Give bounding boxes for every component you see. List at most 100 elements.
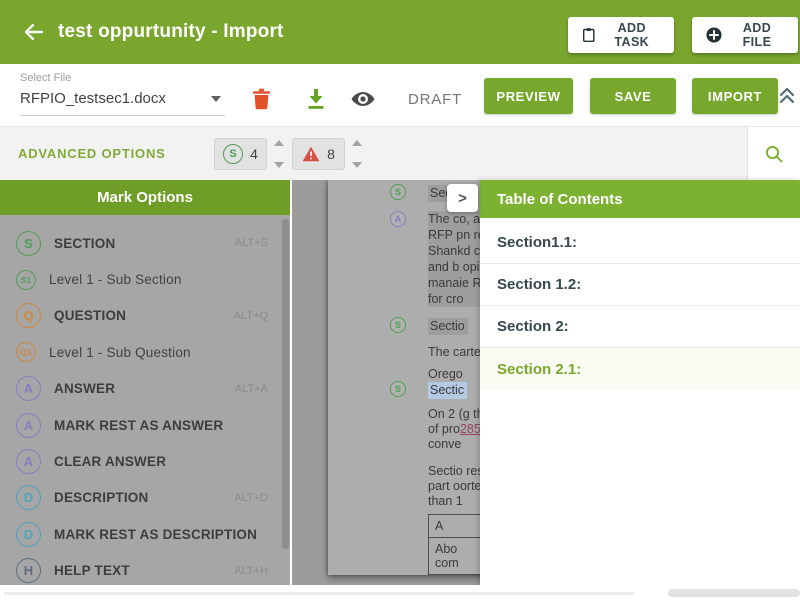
doc-paragraph: The co, anRFP pn resShankd coand b opirm… (428, 211, 480, 307)
add-task-label: ADD TASK (604, 21, 660, 49)
horizontal-scrollbar-track[interactable] (4, 592, 634, 595)
doc-paragraph: Sectio (428, 317, 480, 335)
doc-line-text: The carted (428, 345, 480, 359)
warning-triangle-icon (302, 146, 320, 162)
toc-item[interactable]: Section1.1: (480, 222, 800, 264)
toc-title: Table of Contents (497, 191, 623, 208)
doc-line-text: RFP pn res (428, 228, 480, 242)
delete-file-button[interactable] (248, 86, 274, 112)
warning-count-value: 8 (327, 146, 335, 162)
mark-option-shortcut: ALT+A (235, 383, 268, 395)
doc-marker-a-icon[interactable]: A (390, 211, 406, 227)
arrow-left-icon (22, 20, 46, 44)
stepper-down-icon[interactable] (352, 162, 362, 168)
mark-option-label: ANSWER (54, 381, 115, 396)
mark-option-shortcut: ALT+S (235, 237, 268, 249)
mark-option-item[interactable]: A MARK REST AS ANSWER (0, 407, 290, 443)
mark-option-item[interactable]: S1 Level 1 - Sub Section (0, 261, 290, 297)
mark-option-item[interactable]: D MARK REST AS DESCRIPTION (0, 516, 290, 552)
add-task-button[interactable]: ADD TASK (568, 17, 674, 53)
mark-option-shortcut: ALT+D (234, 492, 268, 504)
app-header: test oppurtunity - Import ADD TASK ADD F… (0, 0, 800, 64)
doc-link[interactable]: 285, (460, 422, 480, 436)
doc-marker-s-icon[interactable]: S (390, 317, 406, 333)
preview-file-button[interactable] (350, 86, 376, 112)
double-chevron-up-icon (778, 86, 796, 106)
mark-option-label: QUESTION (54, 308, 126, 323)
doc-line-text: for cro (428, 292, 463, 306)
section-badge-icon: S (223, 144, 243, 164)
doc-block: S Sectic (328, 381, 480, 399)
bottom-strip (0, 585, 800, 600)
search-area (747, 127, 800, 181)
toc-collapse-button[interactable]: > (447, 184, 478, 212)
download-file-button[interactable] (303, 86, 329, 112)
select-file-dropdown[interactable]: Select File RFPIO_testsec1.docx (20, 72, 225, 116)
mark-option-label: DESCRIPTION (54, 490, 148, 505)
mark-options-list: S SECTION ALT+S S1 Level 1 - Sub Section… (0, 215, 290, 585)
back-button[interactable] (20, 18, 48, 46)
advanced-options-toggle[interactable]: ADVANCED OPTIONS (18, 146, 166, 161)
doc-line-text: Orego (428, 367, 463, 381)
toc-header: Table of Contents (480, 180, 800, 218)
mark-option-item[interactable]: D DESCRIPTION ALT+D (0, 480, 290, 516)
doc-line-text: of pro (428, 422, 460, 436)
doc-line-text: Sectic (428, 382, 467, 399)
doc-marker-s-icon[interactable]: S (390, 381, 406, 397)
stepper-up-icon[interactable] (274, 140, 284, 146)
add-file-button[interactable]: ADD FILE (692, 17, 798, 53)
mark-badge-icon: H (16, 558, 41, 583)
preview-button[interactable]: PREVIEW (484, 78, 573, 114)
save-button[interactable]: SAVE (590, 78, 676, 114)
doc-line-text: manaie RF (428, 276, 480, 290)
search-icon[interactable] (764, 144, 784, 164)
doc-table-cell: A (429, 515, 480, 537)
doc-line-text: The co, an (428, 212, 480, 226)
import-button[interactable]: IMPORT (692, 78, 778, 114)
mark-option-shortcut: ALT+Q (234, 310, 268, 322)
doc-paragraph: On 2 (g thof pro285,conve (428, 407, 480, 452)
mark-badge-icon: S (16, 231, 41, 256)
toc-item[interactable]: Section 2.1: (480, 348, 800, 390)
advanced-options-row: ADVANCED OPTIONS S 4 8 (0, 126, 800, 180)
mark-option-item[interactable]: A CLEAR ANSWER (0, 443, 290, 479)
mark-option-label: Level 1 - Sub Section (49, 272, 182, 287)
section-count-box: S 4 (214, 138, 267, 170)
doc-line-text: Sectio (428, 318, 468, 335)
selected-file-text: RFPIO_testsec1.docx (20, 90, 166, 107)
toc-item[interactable]: Section 1.2: (480, 264, 800, 306)
mark-option-item[interactable]: H HELP TEXT ALT+H (0, 553, 290, 585)
page-title: test oppurtunity - Import (58, 21, 284, 43)
mark-option-label: Level 1 - Sub Question (49, 345, 191, 360)
mark-badge-icon: D (16, 522, 41, 547)
horizontal-scrollbar-thumb[interactable] (668, 589, 800, 597)
mark-badge-icon: A (16, 376, 41, 401)
doc-block: AThe co, anRFP pn resShankd coand b opir… (328, 211, 480, 307)
doc-line-text: conve (428, 437, 461, 451)
doc-marker-s-icon[interactable]: S (390, 184, 406, 200)
doc-line-text: part oorte (428, 479, 480, 493)
toc-item-label: Section1.1: (497, 234, 577, 251)
section-count-value: 4 (250, 146, 258, 162)
doc-paragraph: Sectic (428, 381, 480, 399)
collapse-toolbar-button[interactable] (778, 86, 800, 110)
mark-option-label: MARK REST AS DESCRIPTION (54, 527, 257, 542)
toc-item[interactable]: Section 2: (480, 306, 800, 348)
mark-options-panel: Mark Options S SECTION ALT+S S1 Level 1 … (0, 180, 290, 585)
doc-paragraph: The carted Orego (428, 341, 480, 385)
mark-option-shortcut: ALT+H (234, 565, 268, 577)
mark-badge-icon: S1 (16, 270, 36, 290)
mark-option-item[interactable]: A ANSWER ALT+A (0, 371, 290, 407)
mark-option-item[interactable]: S SECTION ALT+S (0, 225, 290, 261)
mark-option-item[interactable]: Q1 Level 1 - Sub Question (0, 334, 290, 370)
stepper-up-icon[interactable] (352, 140, 362, 146)
mark-option-item[interactable]: Q QUESTION ALT+Q (0, 298, 290, 334)
toc-item-label: Section 1.2: (497, 276, 581, 293)
stepper-down-icon[interactable] (274, 162, 284, 168)
doc-paragraph: Sectio resppart oortethan 1 (428, 464, 480, 509)
document-page: SSectioAThe co, anRFP pn resShankd coand… (328, 180, 480, 575)
doc-line-text: Sectio resp (428, 464, 480, 478)
mark-panel-scrollbar[interactable] (282, 219, 289, 549)
mark-badge-icon: A (16, 449, 41, 474)
doc-line-text: than 1 (428, 494, 463, 508)
